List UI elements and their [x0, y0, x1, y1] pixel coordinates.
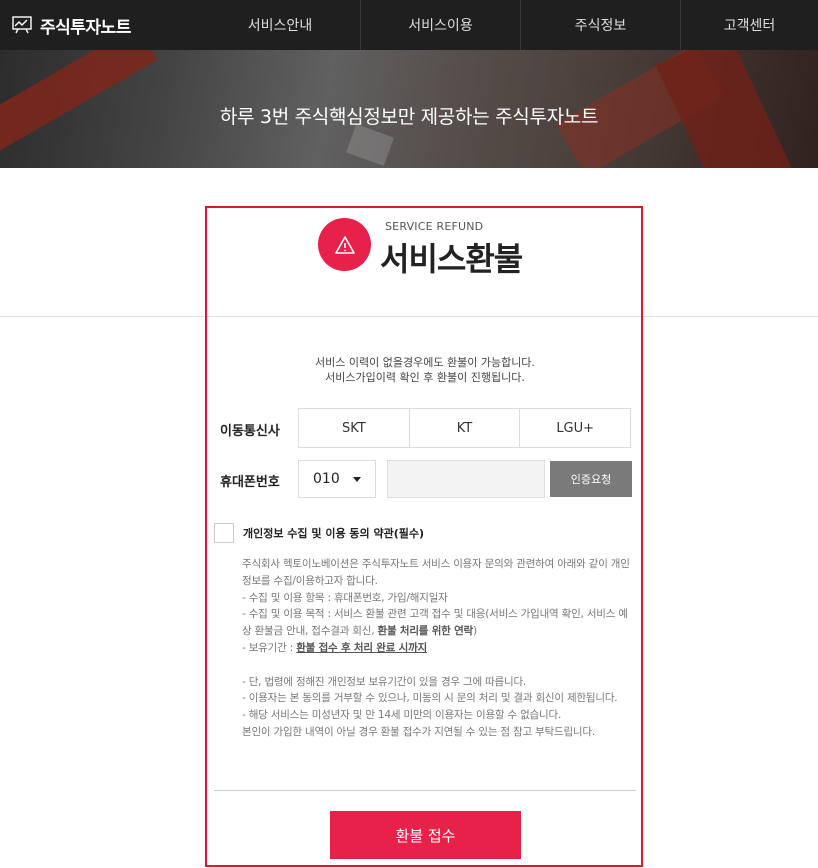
nav-item-customer-center[interactable]: 고객센터 — [680, 0, 818, 50]
hero-title: 하루 3번 주식핵심정보만 제공하는 주식투자노트 — [219, 106, 599, 128]
chart-note-icon — [12, 16, 32, 34]
logo[interactable]: 주식투자노트 — [0, 0, 200, 50]
nav-menu: 서비스안내 서비스이용 주식정보 고객센터 — [200, 0, 818, 50]
hero-banner: 하루 3번 주식핵심정보만 제공하는 주식투자노트 — [0, 50, 818, 168]
top-nav: 주식투자노트 서비스안내 서비스이용 주식정보 고객센터 — [0, 0, 818, 50]
highlight-frame — [205, 206, 643, 867]
nav-item-stock-info[interactable]: 주식정보 — [520, 0, 680, 50]
nav-item-service-use[interactable]: 서비스이용 — [360, 0, 520, 50]
logo-text: 주식투자노트 — [40, 17, 131, 38]
nav-item-service-info[interactable]: 서비스안내 — [200, 0, 360, 50]
